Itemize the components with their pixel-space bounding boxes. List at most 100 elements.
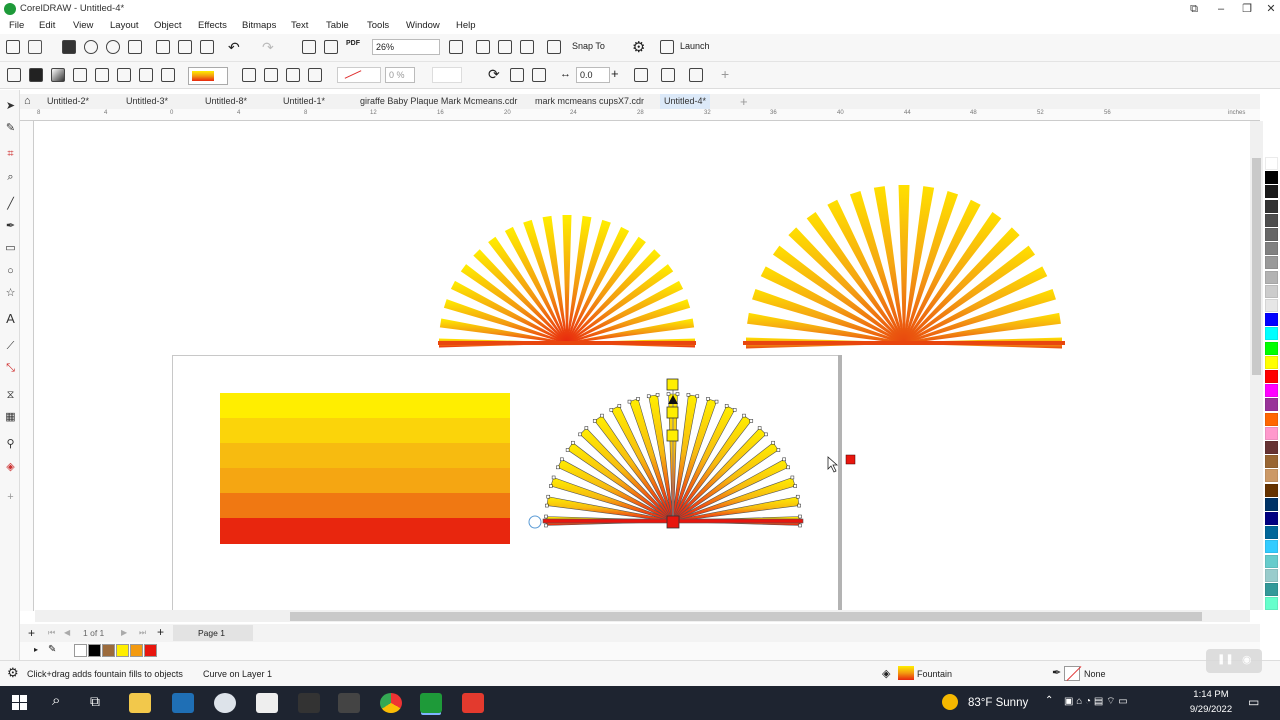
palette-swatch[interactable] — [1265, 483, 1278, 497]
palette-swatch[interactable] — [1265, 299, 1278, 312]
path-node[interactable] — [565, 448, 570, 452]
add-page-end-icon[interactable]: + — [157, 625, 164, 639]
path-node[interactable] — [666, 392, 671, 396]
path-node[interactable] — [545, 503, 549, 508]
palette-swatch[interactable] — [1265, 568, 1278, 582]
path-node[interactable] — [695, 394, 700, 399]
document-swatch[interactable] — [130, 644, 143, 657]
last-page-icon[interactable]: ⏭ — [139, 628, 146, 638]
palette-swatch[interactable] — [1265, 455, 1278, 469]
palette-swatch[interactable] — [1265, 583, 1278, 596]
fill-node-handle[interactable] — [666, 429, 679, 442]
app-s-icon[interactable] — [172, 693, 194, 713]
path-node[interactable] — [560, 457, 564, 462]
document-swatch[interactable] — [88, 644, 101, 657]
path-node[interactable] — [714, 399, 719, 404]
path-node[interactable] — [771, 440, 775, 445]
tray-icons[interactable]: ▣ ⌂ ◔ ▤ ⌔ ▭ — [1064, 695, 1128, 708]
app-tool-icon[interactable] — [298, 693, 320, 713]
pause-icon[interactable]: ❚❚ — [1217, 654, 1234, 665]
weather-text[interactable]: 83°F Sunny — [968, 697, 1028, 709]
app-bird-icon[interactable] — [214, 693, 236, 713]
path-node[interactable] — [797, 503, 801, 508]
palette-swatch[interactable] — [1265, 270, 1278, 284]
palette-swatch[interactable] — [1265, 597, 1278, 611]
first-page-icon[interactable]: ⏮ — [48, 628, 55, 638]
windows-start-icon[interactable] — [12, 695, 27, 710]
path-node[interactable] — [549, 484, 553, 488]
palette-swatch[interactable] — [1265, 341, 1278, 355]
sunburst-right[interactable] — [743, 185, 1065, 349]
path-node[interactable] — [798, 523, 802, 528]
palette-swatch[interactable] — [1265, 256, 1278, 270]
weather-sun-icon[interactable] — [942, 694, 958, 710]
palette-swatch[interactable] — [1265, 426, 1278, 440]
palette-swatch[interactable] — [1265, 554, 1278, 568]
path-node[interactable] — [584, 426, 589, 430]
path-node[interactable] — [592, 419, 597, 423]
palette-swatch[interactable] — [1265, 469, 1278, 483]
path-node[interactable] — [742, 413, 746, 418]
palette-swatch[interactable] — [1265, 157, 1278, 170]
horizontal-scrollbar[interactable] — [35, 610, 1250, 622]
tray-chevron-icon[interactable]: ⌃ — [1045, 695, 1053, 706]
video-overlay-controls[interactable]: ❚❚ ◉ — [1206, 649, 1262, 673]
path-node[interactable] — [556, 465, 560, 470]
palette-swatch[interactable] — [1265, 327, 1278, 341]
eyedropper-icon[interactable]: ✎ — [48, 644, 56, 655]
path-node[interactable] — [757, 426, 762, 430]
add-page-icon[interactable]: + — [28, 626, 35, 640]
status-fill-swatch[interactable] — [898, 666, 914, 680]
document-swatch[interactable] — [74, 644, 87, 657]
path-node[interactable] — [544, 523, 548, 528]
path-node[interactable] — [706, 397, 710, 401]
fill-start-handle[interactable] — [666, 378, 679, 391]
palette-swatch[interactable] — [1265, 526, 1278, 540]
status-gear-icon[interactable]: ⚙ — [7, 665, 19, 681]
path-node[interactable] — [790, 475, 795, 480]
path-node[interactable] — [546, 494, 551, 499]
palette-swatch[interactable] — [1265, 384, 1278, 398]
clock-time[interactable]: 1:14 PM — [1186, 689, 1236, 700]
path-node[interactable] — [655, 393, 660, 397]
palette-swatch[interactable] — [1265, 185, 1278, 199]
document-swatch[interactable] — [102, 644, 115, 657]
palette-swatch[interactable] — [1265, 441, 1278, 454]
palette-swatch[interactable] — [1265, 228, 1278, 241]
palette-swatch[interactable] — [1265, 370, 1278, 383]
next-page-icon[interactable]: ▶ — [121, 628, 127, 637]
path-node[interactable] — [551, 475, 556, 480]
path-node[interactable] — [786, 465, 790, 470]
file-explorer-icon[interactable] — [129, 693, 151, 713]
palette-swatch[interactable] — [1265, 242, 1278, 256]
path-node[interactable] — [571, 440, 575, 445]
record-icon[interactable]: ◉ — [1242, 653, 1252, 666]
page-1-tab[interactable]: Page 1 — [173, 625, 253, 641]
path-node[interactable] — [600, 413, 604, 418]
vertical-scroll-thumb[interactable] — [1252, 158, 1261, 375]
fill-node-handle[interactable] — [666, 406, 679, 419]
palette-swatch[interactable] — [1265, 171, 1278, 185]
palette-swatch[interactable] — [1265, 540, 1278, 554]
status-outline-swatch[interactable] — [1064, 666, 1082, 681]
path-node[interactable] — [793, 484, 797, 488]
prev-page-icon[interactable]: ◀ — [64, 628, 70, 637]
palette-swatch[interactable] — [1265, 412, 1278, 426]
path-node[interactable] — [732, 408, 737, 412]
path-node[interactable] — [764, 432, 768, 437]
path-node[interactable] — [776, 448, 781, 452]
horizontal-scroll-thumb[interactable] — [290, 612, 1202, 621]
palette-swatch[interactable] — [1265, 199, 1278, 213]
palette-swatch[interactable] — [1265, 313, 1278, 327]
path-node[interactable] — [617, 404, 622, 408]
fill-end-handle[interactable] — [666, 515, 680, 529]
rotate-handle[interactable] — [528, 515, 542, 529]
path-node[interactable] — [795, 494, 800, 499]
path-node[interactable] — [609, 408, 614, 412]
chrome-icon[interactable] — [380, 693, 402, 713]
sunburst-left[interactable] — [438, 215, 696, 348]
screencast-icon[interactable] — [462, 693, 484, 713]
palette-swatch[interactable] — [1265, 398, 1278, 412]
path-node[interactable] — [646, 394, 651, 399]
path-node[interactable] — [724, 404, 729, 408]
